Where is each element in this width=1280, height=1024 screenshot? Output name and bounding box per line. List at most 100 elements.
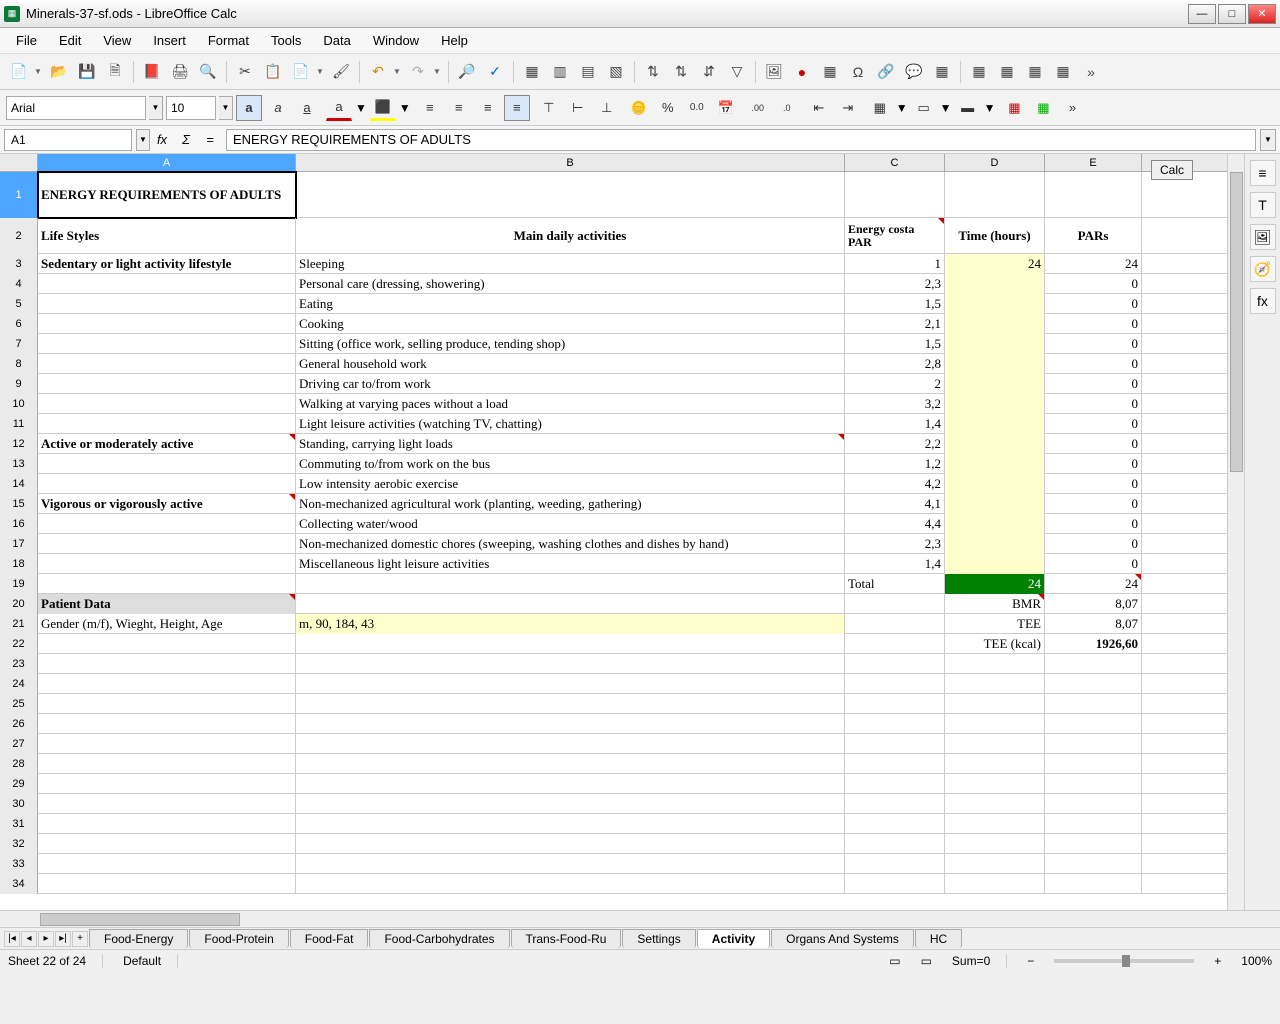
cell-E27[interactable]	[1045, 734, 1142, 754]
cell-E2[interactable]: PARs	[1045, 218, 1142, 254]
cell-D4[interactable]	[945, 274, 1045, 294]
col-header-c[interactable]: C	[845, 154, 945, 171]
highlight-button[interactable]: ⬛	[370, 95, 396, 121]
cell-E9[interactable]: 0	[1045, 374, 1142, 394]
sheet-tab[interactable]: Food-Protein	[189, 929, 288, 948]
cell-C13[interactable]: 1,2	[845, 454, 945, 474]
zoom-in-icon[interactable]: +	[1214, 954, 1221, 968]
menu-view[interactable]: View	[93, 29, 141, 52]
row-header[interactable]: 27	[0, 734, 38, 754]
insert-row-icon[interactable]: ▦	[519, 59, 545, 85]
cell-D17[interactable]	[945, 534, 1045, 554]
cell-B29[interactable]	[296, 774, 845, 794]
zoom-out-icon[interactable]: −	[1027, 954, 1034, 968]
cell-C19[interactable]: Total	[845, 574, 945, 594]
cell-E16[interactable]: 0	[1045, 514, 1142, 534]
percent-button[interactable]: %	[655, 95, 681, 121]
cell-D34[interactable]	[945, 874, 1045, 894]
cell-A2[interactable]: Life Styles	[38, 218, 296, 254]
indent-inc-button[interactable]: ⇥	[835, 95, 861, 121]
tab-next-icon[interactable]: ▸	[38, 931, 54, 947]
menu-tools[interactable]: Tools	[261, 29, 311, 52]
cell-B18[interactable]: Miscellaneous light leisure activities	[296, 554, 845, 574]
cell-A19[interactable]	[38, 574, 296, 594]
sheet-tab[interactable]: Food-Fat	[290, 929, 369, 948]
delete-row-icon[interactable]: ▤	[575, 59, 601, 85]
cell-D7[interactable]	[945, 334, 1045, 354]
add-decimal-button[interactable]: .00	[745, 95, 771, 121]
cell-C8[interactable]: 2,8	[845, 354, 945, 374]
cell-D13[interactable]	[945, 454, 1045, 474]
cell-B15[interactable]: Non-mechanized agricultural work (planti…	[296, 494, 845, 514]
cell-D20[interactable]: BMR	[945, 594, 1045, 614]
remove-decimal-button[interactable]: .0	[774, 95, 800, 121]
sheet-tab[interactable]: Trans-Food-Ru	[511, 929, 622, 948]
font-name-dropdown-icon[interactable]: ▼	[149, 96, 163, 120]
align-left-button[interactable]: ≡	[417, 95, 443, 121]
menu-edit[interactable]: Edit	[49, 29, 91, 52]
cond-format-button[interactable]: ▦	[1001, 95, 1027, 121]
undo-icon[interactable]: ↶	[365, 59, 391, 85]
cell-B21[interactable]: m, 90, 184, 43	[296, 614, 845, 634]
cell-D5[interactable]	[945, 294, 1045, 314]
tab-first-icon[interactable]: |◂	[4, 931, 20, 947]
cell-A13[interactable]	[38, 454, 296, 474]
cell-B34[interactable]	[296, 874, 845, 894]
cell-D29[interactable]	[945, 774, 1045, 794]
cell-D23[interactable]	[945, 654, 1045, 674]
align-center-button[interactable]: ≡	[446, 95, 472, 121]
cell-E25[interactable]	[1045, 694, 1142, 714]
cell-E3[interactable]: 24	[1045, 254, 1142, 274]
cell-D15[interactable]	[945, 494, 1045, 514]
cell-E23[interactable]	[1045, 654, 1142, 674]
cell-E30[interactable]	[1045, 794, 1142, 814]
row-header[interactable]: 28	[0, 754, 38, 774]
cell-A20[interactable]: Patient Data	[38, 594, 296, 614]
cell-C16[interactable]: 4,4	[845, 514, 945, 534]
cell-C5[interactable]: 1,5	[845, 294, 945, 314]
cell-E13[interactable]: 0	[1045, 454, 1142, 474]
save-as-icon[interactable]: 🗎	[102, 59, 128, 85]
row-header[interactable]: 23	[0, 654, 38, 674]
tab-prev-icon[interactable]: ◂	[21, 931, 37, 947]
sheet-tab[interactable]: HC	[915, 929, 962, 948]
border-color-button[interactable]: ▬	[955, 95, 981, 121]
cell-E32[interactable]	[1045, 834, 1142, 854]
sidebar-gallery-icon[interactable]: 🖼	[1250, 224, 1276, 250]
cell-C6[interactable]: 2,1	[845, 314, 945, 334]
cell-D24[interactable]	[945, 674, 1045, 694]
cell-B8[interactable]: General household work	[296, 354, 845, 374]
name-box[interactable]: A1	[4, 129, 132, 151]
cell-A27[interactable]	[38, 734, 296, 754]
indent-dec-button[interactable]: ⇤	[806, 95, 832, 121]
sidebar-styles-icon[interactable]: T	[1250, 192, 1276, 218]
cell-C7[interactable]: 1,5	[845, 334, 945, 354]
row-header[interactable]: 1	[0, 172, 38, 218]
cell-A8[interactable]	[38, 354, 296, 374]
cell-E19[interactable]: 24	[1045, 574, 1142, 594]
cell-D26[interactable]	[945, 714, 1045, 734]
cell-E14[interactable]: 0	[1045, 474, 1142, 494]
name-box-dropdown-icon[interactable]: ▼	[136, 129, 150, 151]
row-header[interactable]: 29	[0, 774, 38, 794]
cell-D28[interactable]	[945, 754, 1045, 774]
cell-B28[interactable]	[296, 754, 845, 774]
cell-E5[interactable]: 0	[1045, 294, 1142, 314]
cell-E31[interactable]	[1045, 814, 1142, 834]
cell-D12[interactable]	[945, 434, 1045, 454]
valign-top-button[interactable]: ⊤	[536, 95, 562, 121]
cell-B33[interactable]	[296, 854, 845, 874]
cond-format2-button[interactable]: ▦	[1030, 95, 1056, 121]
export-pdf-icon[interactable]: 📕	[139, 59, 165, 85]
cut-icon[interactable]: ✂	[232, 59, 258, 85]
close-button[interactable]: ✕	[1248, 4, 1276, 24]
cell-E17[interactable]: 0	[1045, 534, 1142, 554]
row-header[interactable]: 13	[0, 454, 38, 474]
cell-A4[interactable]	[38, 274, 296, 294]
cell-A17[interactable]	[38, 534, 296, 554]
cell-B20[interactable]	[296, 594, 845, 614]
split-icon[interactable]: ▦	[994, 59, 1020, 85]
cell-E7[interactable]: 0	[1045, 334, 1142, 354]
spreadsheet-grid[interactable]: A B C D E 1ENERGY REQUIREMENTS OF ADULTS…	[0, 154, 1227, 910]
sidebar-navigator-icon[interactable]: 🧭	[1250, 256, 1276, 282]
